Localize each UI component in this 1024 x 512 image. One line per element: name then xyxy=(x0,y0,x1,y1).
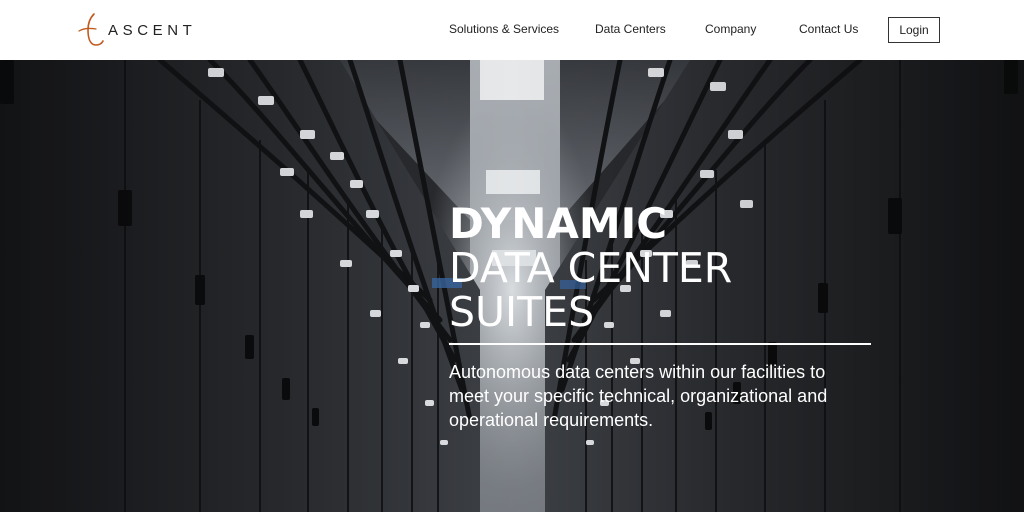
logo-link[interactable]: ASCENT xyxy=(76,12,196,48)
nav-data-centers[interactable]: Data Centers xyxy=(595,22,666,36)
hero-title-line-2: DATA CENTER xyxy=(449,244,733,292)
nav-company[interactable]: Company xyxy=(705,22,756,36)
login-button[interactable]: Login xyxy=(888,17,940,43)
nav-contact-us[interactable]: Contact Us xyxy=(799,22,858,36)
nav-solutions-services[interactable]: Solutions & Services xyxy=(449,22,559,36)
site-header: ASCENT Solutions & Services Data Centers… xyxy=(0,0,1024,60)
ascent-logo-mark-icon xyxy=(78,13,104,46)
hero-divider xyxy=(449,343,871,345)
hero-title-line-3: SUITES xyxy=(449,288,595,336)
hero-title: DYNAMIC DATA CENTER SUITES xyxy=(449,199,733,336)
hero-section: DYNAMIC DATA CENTER SUITES Autonomous da… xyxy=(0,60,1024,512)
logo-wordmark: ASCENT xyxy=(108,22,197,39)
hero-subtitle: Autonomous data centers within our facil… xyxy=(449,362,828,430)
hero-title-line-1: DYNAMIC xyxy=(449,199,668,248)
